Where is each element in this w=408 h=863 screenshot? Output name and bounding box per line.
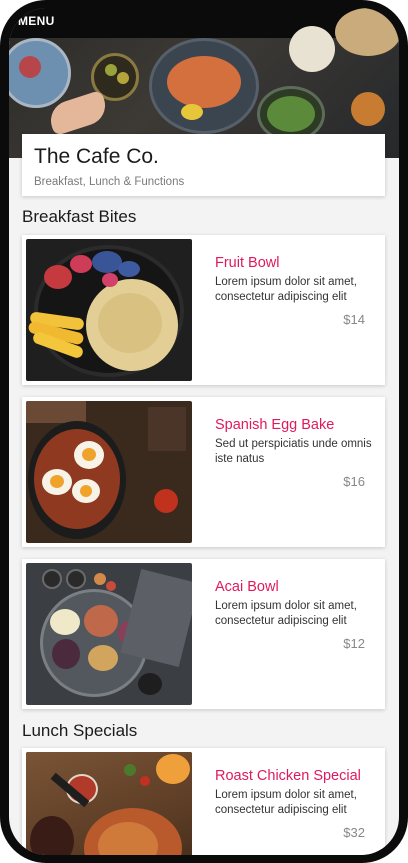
menu-button[interactable]: MENU — [18, 14, 55, 28]
menu-item-card[interactable]: Spanish Egg Bake Sed ut perspiciatis und… — [22, 397, 385, 547]
item-description: Lorem ipsum dolor sit amet, consectetur … — [215, 276, 357, 303]
menu-item-card[interactable]: Fruit Bowl Lorem ipsum dolor sit amet, c… — [22, 235, 385, 385]
header-card: The Cafe Co. Breakfast, Lunch & Function… — [22, 134, 385, 196]
menu-item-card[interactable]: Acai Bowl Lorem ipsum dolor sit amet, co… — [22, 559, 385, 709]
acai-bowl-image — [26, 563, 192, 705]
item-description: Sed ut perspiciatis unde omnis iste natu… — [215, 438, 372, 465]
menu-item-card[interactable]: Roast Chicken Special Lorem ipsum dolor … — [22, 748, 385, 855]
section-title-lunch: Lunch Specials — [22, 721, 138, 740]
page-subtitle: Breakfast, Lunch & Functions — [34, 176, 185, 188]
item-price: $12 — [343, 636, 365, 651]
item-name: Acai Bowl — [215, 579, 279, 595]
item-description: Lorem ipsum dolor sit amet, consectetur … — [215, 789, 357, 816]
item-price: $14 — [343, 312, 365, 327]
item-description: Lorem ipsum dolor sit amet, consectetur … — [215, 600, 357, 627]
roast-chicken-image — [26, 752, 192, 855]
item-name: Roast Chicken Special — [215, 768, 361, 784]
item-price: $16 — [343, 474, 365, 489]
egg-bake-image — [26, 401, 192, 543]
fruit-bowl-image — [26, 239, 192, 381]
section-title-breakfast: Breakfast Bites — [22, 207, 137, 226]
phone-frame: MENU The Cafe Co. Breakfast, Lunch & Fun… — [0, 0, 408, 863]
item-name: Spanish Egg Bake — [215, 417, 335, 433]
app-screen: MENU The Cafe Co. Breakfast, Lunch & Fun… — [9, 8, 399, 855]
item-price: $32 — [343, 825, 365, 840]
page-title: The Cafe Co. — [34, 145, 159, 168]
item-name: Fruit Bowl — [215, 255, 280, 271]
